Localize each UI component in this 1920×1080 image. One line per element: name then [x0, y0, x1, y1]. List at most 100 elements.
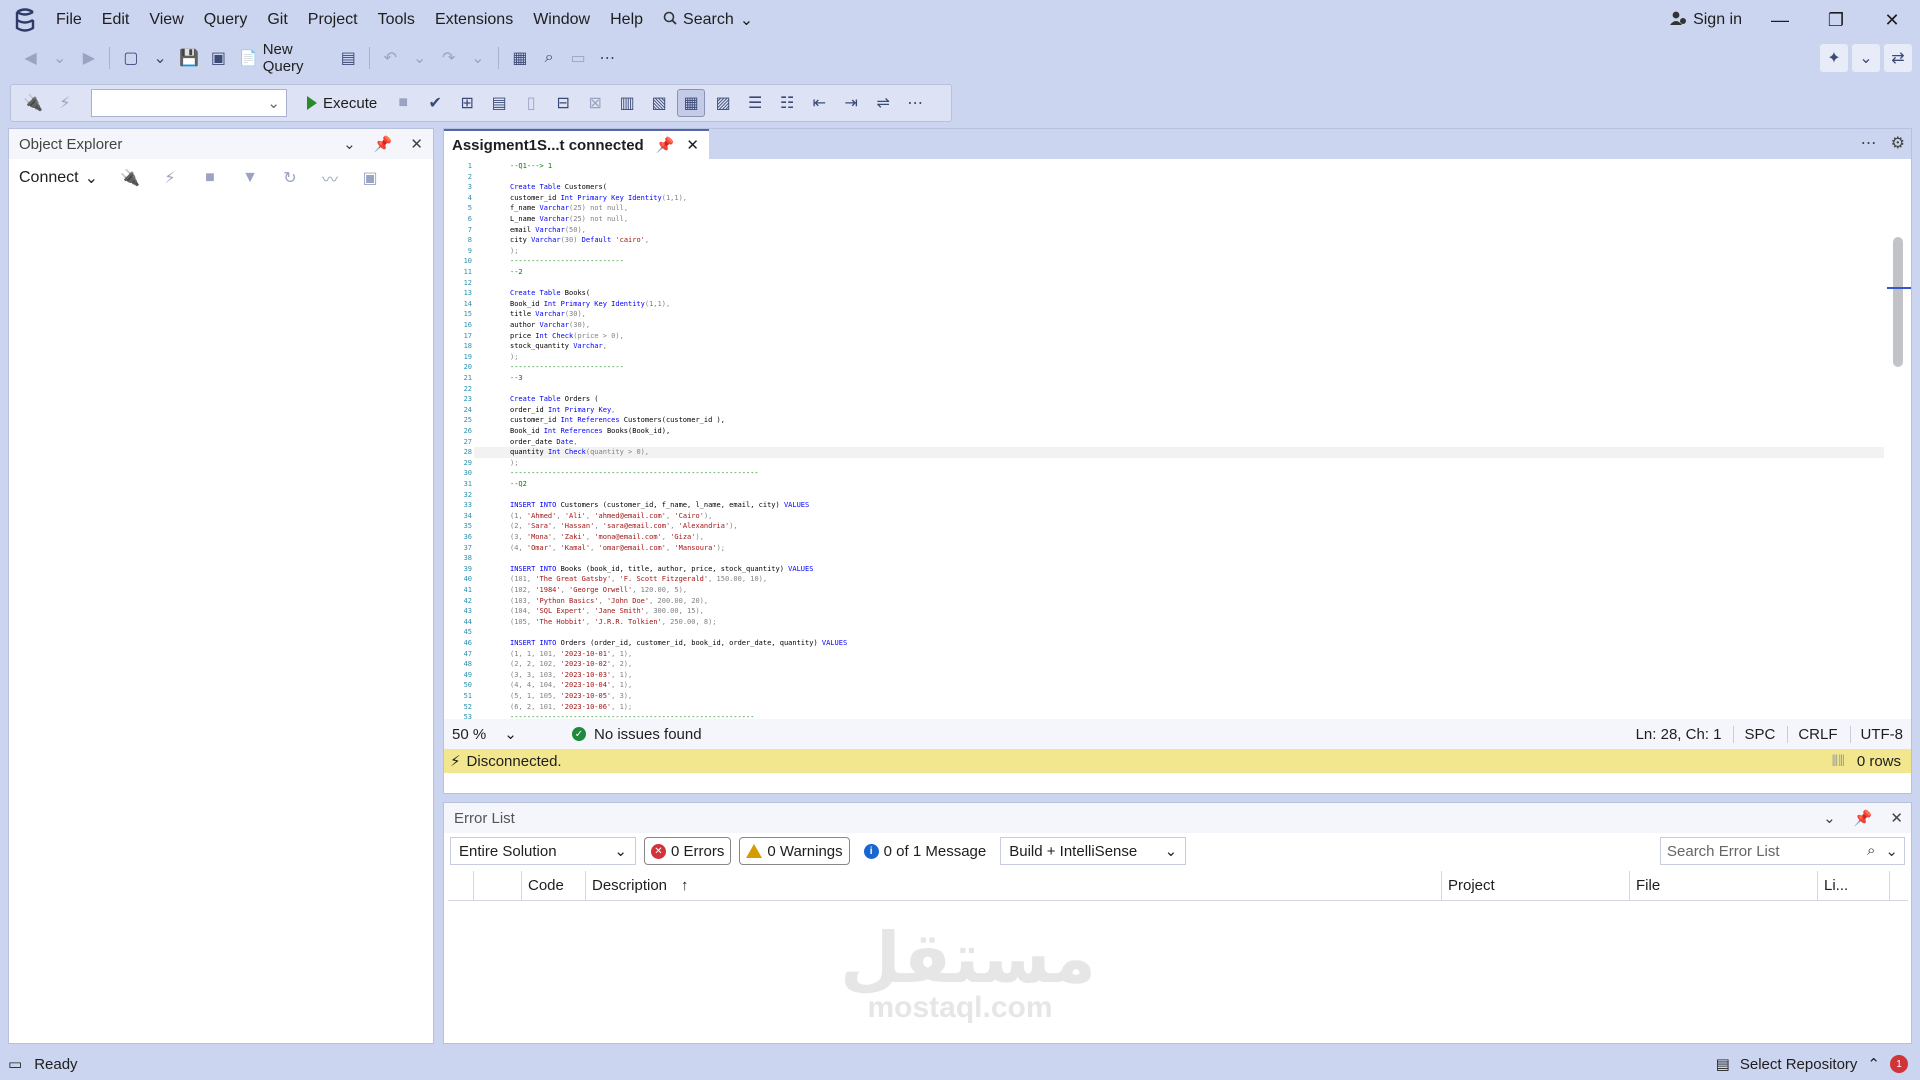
search-menu[interactable]: Search ⌄	[653, 10, 763, 30]
close-window-button[interactable]: ✕	[1864, 0, 1920, 40]
code-line[interactable]: (3, 'Mona', 'Zaki', 'mona@email.com', 'G…	[510, 532, 704, 543]
code-line[interactable]: (103, 'Python Basics', 'John Doe', 200.0…	[510, 596, 708, 607]
pin-icon[interactable]: 📌	[656, 136, 675, 154]
code-line[interactable]: (6, 2, 101, '2023-10-06', 1);	[510, 702, 632, 713]
chevron-up-icon[interactable]: ⌃	[1867, 1055, 1880, 1073]
parse-checkmark-icon[interactable]: ✔	[421, 89, 449, 117]
stop-icon[interactable]: ■	[389, 89, 417, 117]
code-line[interactable]: (105, 'The Hobbit', 'J.R.R. Tolkien', 25…	[510, 617, 717, 628]
code-line[interactable]: );	[510, 458, 518, 469]
code-line[interactable]: (2, 'Sara', 'Hassan', 'sara@email.com', …	[510, 521, 738, 532]
refresh-icon[interactable]: ↻	[276, 164, 304, 192]
code-line[interactable]: ---------------------------	[510, 362, 624, 373]
code-line[interactable]: L_name Varchar(25) not null,	[510, 214, 628, 225]
client-stats-icon[interactable]: ▥	[613, 89, 641, 117]
results-to-text-icon[interactable]: ▧	[645, 89, 673, 117]
live-share-icon[interactable]: ⇄	[1884, 44, 1912, 72]
redo-icon[interactable]: ↷	[436, 44, 461, 72]
code-line[interactable]: order_id Int Primary Key,	[510, 405, 615, 416]
code-line[interactable]: order_date Date,	[510, 437, 577, 448]
scrollbar-thumb[interactable]	[1893, 237, 1903, 367]
chevron-down-icon[interactable]: ⌄	[148, 44, 173, 72]
column-checkbox[interactable]	[448, 870, 474, 901]
new-query-button[interactable]: 📄 New Query	[235, 41, 332, 75]
more-options-icon[interactable]: ⋯	[901, 89, 929, 117]
select-repository-button[interactable]: Select Repository	[1740, 1056, 1858, 1073]
code-line[interactable]: INSERT INTO Customers (customer_id, f_na…	[510, 500, 809, 511]
chevron-down-icon[interactable]: ⌄	[47, 44, 72, 72]
code-line[interactable]: ----------------------------------------…	[510, 712, 754, 719]
chevron-down-icon[interactable]: ⌄	[465, 44, 490, 72]
code-line[interactable]: --Q1---> 1	[510, 161, 552, 172]
connect-icon[interactable]: 🔌	[19, 89, 47, 117]
menu-edit[interactable]: Edit	[92, 0, 140, 40]
whitespace-mode[interactable]: SPC	[1733, 725, 1775, 743]
save-icon[interactable]: 💾	[177, 44, 202, 72]
diagram-icon[interactable]: ▣	[356, 164, 384, 192]
code-line[interactable]: (5, 1, 105, '2023-10-05', 3),	[510, 691, 632, 702]
code-line[interactable]: --2	[510, 267, 523, 278]
editor-scrollbar[interactable]	[1887, 159, 1911, 719]
code-line[interactable]: (1, 1, 101, '2023-10-01', 1),	[510, 649, 632, 660]
code-line[interactable]: (4, 4, 104, '2023-10-04', 1),	[510, 680, 632, 691]
code-line[interactable]: Create Table Customers(	[510, 182, 607, 193]
menu-query[interactable]: Query	[194, 0, 258, 40]
results-to-file-icon[interactable]: ▨	[709, 89, 737, 117]
code-editor[interactable]: 1 --Q1---> 1 2 3 Create Table Customers(4 cus…	[444, 159, 1889, 719]
code-line[interactable]: (2, 2, 102, '2023-10-02', 2),	[510, 659, 632, 670]
output-window-icon[interactable]: ▭	[8, 1055, 22, 1073]
chevron-down-icon[interactable]: ⌄	[1852, 44, 1880, 72]
code-line[interactable]: (4, 'Omar', 'Kamal', 'omar@email.com', '…	[510, 543, 725, 554]
comment-icon[interactable]: ☰	[741, 89, 769, 117]
chevron-down-icon[interactable]: ⌄	[1823, 809, 1836, 827]
code-line[interactable]: (1, 'Ahmed', 'Ali', 'ahmed@email.com', '…	[510, 511, 712, 522]
close-icon[interactable]: ✕	[410, 135, 423, 153]
code-line[interactable]: stock_quantity Varchar,	[510, 341, 607, 352]
more-options-icon[interactable]: ⋯	[595, 44, 620, 72]
pin-icon[interactable]: 📌	[374, 135, 393, 153]
chevron-down-icon[interactable]: ⌄	[343, 135, 356, 153]
copilot-icon[interactable]: ✦	[1820, 44, 1848, 72]
code-line[interactable]: (104, 'SQL Expert', 'Jane Smith', 300.00…	[510, 606, 704, 617]
code-line[interactable]: (102, '1984', 'George Orwell', 120.00, 5…	[510, 585, 687, 596]
code-line[interactable]: Book_id Int References Books(Book_id),	[510, 426, 670, 437]
code-line[interactable]: customer_id Int Primary Key Identity(1,1…	[510, 193, 687, 204]
object-explorer-details-icon[interactable]: ⌕	[536, 44, 561, 72]
live-stats-icon[interactable]: ⊠	[581, 89, 609, 117]
zoom-select[interactable]: 50 % ⌄	[452, 725, 542, 744]
disconnect-icon[interactable]: ⚡	[156, 164, 184, 192]
disconnect-icon[interactable]: ⚡	[51, 89, 79, 117]
activity-icon[interactable]: 〰	[316, 164, 344, 192]
code-line[interactable]: );	[510, 246, 518, 257]
code-line[interactable]: --3	[510, 373, 523, 384]
code-line[interactable]: Create Table Orders (	[510, 394, 599, 405]
registered-servers-icon[interactable]: ▭	[566, 44, 591, 72]
search-error-list-input[interactable]: Search Error List ⌕ ⌄	[1660, 837, 1905, 865]
menu-extensions[interactable]: Extensions	[425, 0, 523, 40]
warnings-filter-button[interactable]: 0 Warnings	[739, 837, 850, 865]
chevron-down-icon[interactable]: ⌄	[407, 44, 432, 72]
connect-dropdown[interactable]: Connect ⌄	[19, 168, 98, 188]
line-ending[interactable]: CRLF	[1787, 725, 1838, 743]
code-line[interactable]: quantity Int Check(quantity > 0),	[510, 447, 649, 458]
more-options-icon[interactable]: ⋯	[1861, 133, 1877, 153]
menu-tools[interactable]: Tools	[368, 0, 425, 40]
undo-icon[interactable]: ↶	[378, 44, 403, 72]
stop-icon[interactable]: ■	[196, 164, 224, 192]
column-description[interactable]: Description ↑	[586, 870, 1442, 901]
encoding[interactable]: UTF-8	[1849, 725, 1903, 743]
menu-view[interactable]: View	[139, 0, 193, 40]
minimize-button[interactable]: —	[1752, 0, 1808, 40]
tab-query-document[interactable]: Assigment1S...t connected 📌 ✕	[444, 129, 709, 159]
code-line[interactable]: --Q2	[510, 479, 527, 490]
decrease-indent-icon[interactable]: ⇤	[805, 89, 833, 117]
estimated-plan-icon[interactable]: ⊞	[453, 89, 481, 117]
code-line[interactable]: (3, 3, 103, '2023-10-03', 1),	[510, 670, 632, 681]
gear-icon[interactable]: ⚙	[1891, 133, 1905, 153]
close-icon[interactable]: ✕	[686, 136, 699, 154]
database-select[interactable]: ⌄	[91, 89, 287, 117]
menu-window[interactable]: Window	[523, 0, 600, 40]
scope-select[interactable]: Entire Solution ⌄	[450, 837, 636, 865]
navigate-back-icon[interactable]: ◀	[18, 44, 43, 72]
code-line[interactable]: customer_id Int References Customers(cus…	[510, 415, 725, 426]
